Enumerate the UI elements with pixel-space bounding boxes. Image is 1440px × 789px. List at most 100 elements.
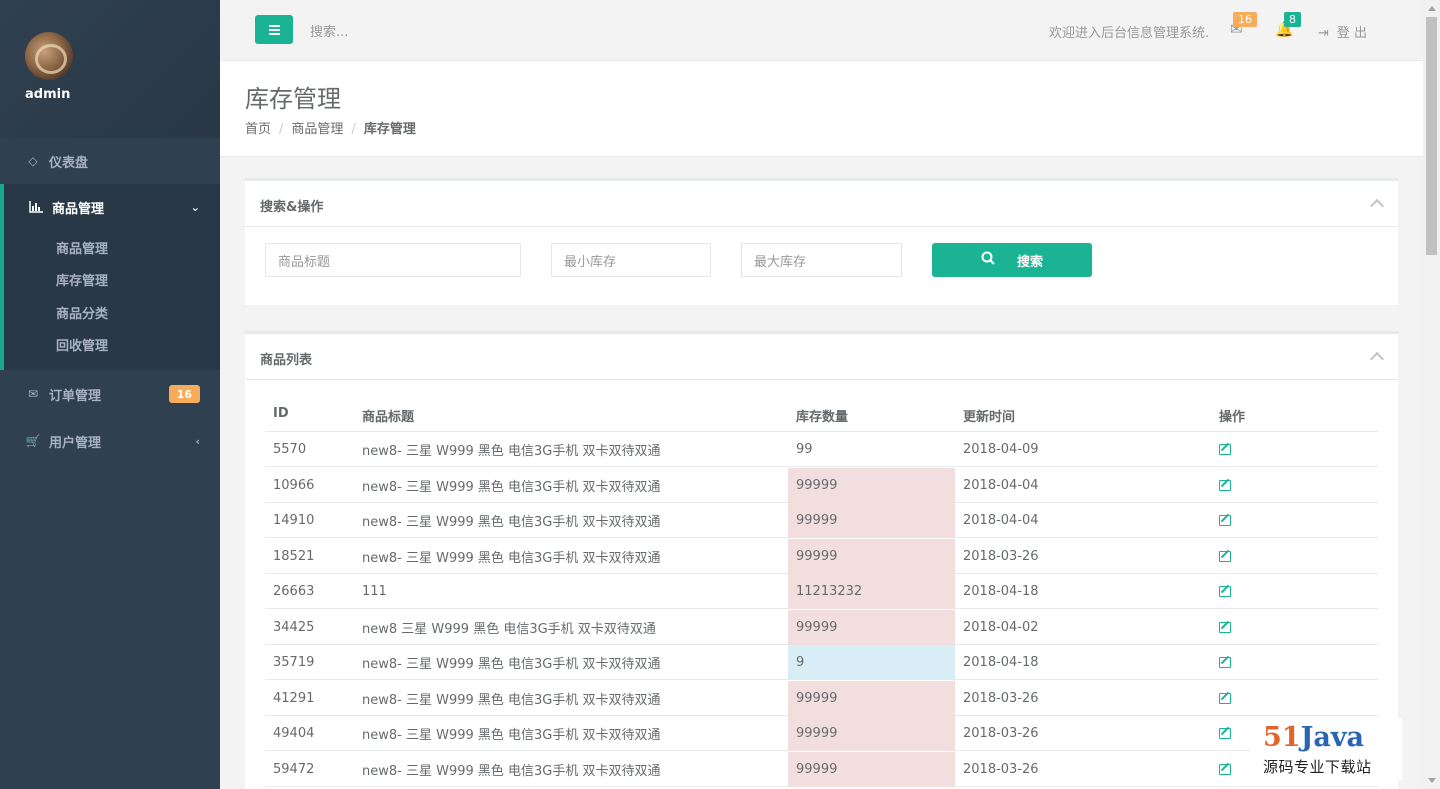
scroll-up-arrow-icon[interactable] xyxy=(1428,6,1436,11)
column-header-updated[interactable]: 更新时间 xyxy=(963,406,1015,425)
cell-updated: 2018-03-26 xyxy=(963,548,1039,564)
submenu-item-recycle[interactable]: 回收管理 xyxy=(56,335,108,354)
cell-stock: 99999 xyxy=(788,716,955,751)
sidebar-item-label: 订单管理 xyxy=(49,388,102,404)
cell-actions xyxy=(1219,645,1231,680)
column-header-id[interactable]: ID xyxy=(273,406,289,421)
chevron-up-icon[interactable] xyxy=(1369,198,1385,214)
cell-id: 18521 xyxy=(273,548,315,564)
cell-id: 10966 xyxy=(273,477,315,493)
cell-stock: 11213232 xyxy=(788,574,955,609)
cell-id: 34425 xyxy=(273,619,315,635)
table-row: 14910 new8- 三星 W999 黑色 电信3G手机 双卡双待双通 99999… xyxy=(265,503,1378,538)
submenu-item-categories[interactable]: 商品分类 xyxy=(56,303,108,322)
product-list-panel: 商品列表 ID 商品标题 库存数量 更新时间 操作 5570 new8- 三星 W… xyxy=(245,331,1398,789)
cell-id: 59472 xyxy=(273,761,315,777)
min-stock-input[interactable]: 最小库存 xyxy=(551,243,711,277)
chevron-up-icon[interactable] xyxy=(1369,351,1385,367)
watermark-brand-word: Java xyxy=(1300,722,1365,753)
sidebar-item-label: 仪表盘 xyxy=(49,155,89,171)
cell-actions xyxy=(1219,539,1231,574)
cell-id: 41291 xyxy=(273,690,315,706)
menu-toggle-button[interactable] xyxy=(255,15,293,44)
cell-title: new8- 三星 W999 黑色 电信3G手机 双卡双待双通 xyxy=(362,444,661,459)
cell-stock: 99999 xyxy=(788,680,955,716)
edit-icon[interactable] xyxy=(1219,621,1231,633)
inventory-table: ID 商品标题 库存数量 更新时间 操作 5570 new8- 三星 W999 黑… xyxy=(265,396,1378,787)
cart-icon: 🛒 xyxy=(25,434,41,448)
search-panel-header: 搜索&操作 xyxy=(245,181,1398,227)
sidebar-item-orders[interactable]: ✉ 订单管理 16 xyxy=(0,371,220,417)
product-title-input[interactable]: 商品标题 xyxy=(265,243,521,277)
cell-actions xyxy=(1219,610,1231,645)
column-header-stock[interactable]: 库存数量 xyxy=(796,406,848,425)
cell-actions xyxy=(1219,432,1231,467)
breadcrumb-separator: / xyxy=(279,122,284,137)
cell-updated: 2018-04-18 xyxy=(963,584,1039,599)
edit-icon[interactable] xyxy=(1219,586,1231,597)
search-button[interactable]: 搜索 xyxy=(932,243,1092,277)
cell-actions xyxy=(1219,752,1231,787)
watermark-brand: 51Java xyxy=(1263,722,1364,753)
breadcrumb: 首页 / 商品管理 / 库存管理 xyxy=(245,118,416,137)
diamond-icon: ◇ xyxy=(28,154,38,168)
notification-count-badge: 8 xyxy=(1284,12,1301,27)
search-icon xyxy=(981,251,995,269)
cell-actions xyxy=(1219,574,1231,609)
edit-icon[interactable] xyxy=(1219,728,1231,739)
cell-title: new8 三星 W999 黑色 电信3G手机 双卡双待双通 xyxy=(362,621,656,637)
cell-stock: 99999 xyxy=(788,751,955,787)
breadcrumb-home[interactable]: 首页 xyxy=(245,122,271,137)
cell-stock: 99 xyxy=(796,442,813,457)
table-header: ID 商品标题 库存数量 更新时间 操作 xyxy=(265,396,1378,432)
top-navbar: 搜索... 欢迎进入后台信息管理系统. ✉ 16 🔔 8 ⇥ 登 出 xyxy=(220,0,1423,61)
edit-icon[interactable] xyxy=(1219,550,1231,562)
edit-icon[interactable] xyxy=(1219,444,1231,455)
edit-icon[interactable] xyxy=(1219,763,1231,775)
submenu-item-product-management[interactable]: 商品管理 xyxy=(56,238,108,257)
profile-username[interactable]: admin xyxy=(25,87,70,102)
table-row: 49404 new8- 三星 W999 黑色 电信3G手机 双卡双待双通 99999… xyxy=(265,716,1378,751)
logout-button[interactable]: ⇥ 登 出 xyxy=(1318,22,1367,41)
edit-icon[interactable] xyxy=(1219,479,1231,491)
cell-id: 26663 xyxy=(273,584,315,599)
max-stock-input[interactable]: 最大库存 xyxy=(741,243,902,277)
cell-id: 5570 xyxy=(273,442,307,457)
edit-icon[interactable] xyxy=(1219,515,1231,526)
cell-updated: 2018-04-02 xyxy=(963,619,1039,635)
list-panel-header: 商品列表 xyxy=(245,334,1398,380)
cell-stock: 99999 xyxy=(788,609,955,645)
sidebar-item-products[interactable]: 商品管理 ⌄ xyxy=(0,184,220,230)
breadcrumb-products[interactable]: 商品管理 xyxy=(291,122,343,137)
breadcrumb-separator: / xyxy=(351,122,356,137)
cell-actions xyxy=(1219,468,1231,503)
welcome-message: 欢迎进入后台信息管理系统. xyxy=(1049,26,1210,41)
cell-stock: 99999 xyxy=(788,538,955,574)
cell-actions xyxy=(1219,716,1231,751)
table-row: 35719 new8- 三星 W999 黑色 电信3G手机 双卡双待双通 9 2018… xyxy=(265,645,1378,680)
cell-title: 111 xyxy=(362,584,387,599)
column-header-title[interactable]: 商品标题 xyxy=(362,406,414,425)
submenu-item-inventory[interactable]: 库存管理 xyxy=(56,270,108,289)
search-panel-title: 搜索&操作 xyxy=(260,200,324,215)
sidebar-item-label: 用户管理 xyxy=(49,435,102,451)
edit-icon[interactable] xyxy=(1219,692,1231,704)
bar-chart-icon xyxy=(28,199,44,215)
top-search-input[interactable]: 搜索... xyxy=(310,21,348,40)
sidebar-item-dashboard[interactable]: ◇ 仪表盘 xyxy=(0,138,220,184)
page-scrollbar[interactable] xyxy=(1423,0,1440,789)
edit-icon[interactable] xyxy=(1219,657,1231,668)
scrollbar-thumb[interactable] xyxy=(1426,17,1437,255)
profile-header: admin xyxy=(0,0,220,138)
logout-label: 登 出 xyxy=(1336,26,1368,41)
cell-stock: 99999 xyxy=(788,503,955,538)
sidebar-submenu-products: 商品管理 库存管理 商品分类 回收管理 xyxy=(0,230,220,370)
sidebar: admin ◇ 仪表盘 商品管理 ⌄ 商品管理 库存管理 商品分类 回收管理 ✉… xyxy=(0,0,220,789)
table-row: 18521 new8- 三星 W999 黑色 电信3G手机 双卡双待双通 99999… xyxy=(265,538,1378,574)
watermark-brand-number: 51 xyxy=(1263,722,1301,753)
avatar[interactable] xyxy=(25,32,73,80)
sidebar-item-users[interactable]: 🛒 用户管理 ‹ xyxy=(0,418,220,464)
cell-id: 35719 xyxy=(273,655,315,670)
table-row: 59472 new8- 三星 W999 黑色 电信3G手机 双卡双待双通 99999… xyxy=(265,751,1378,787)
scroll-down-arrow-icon[interactable] xyxy=(1428,778,1436,783)
